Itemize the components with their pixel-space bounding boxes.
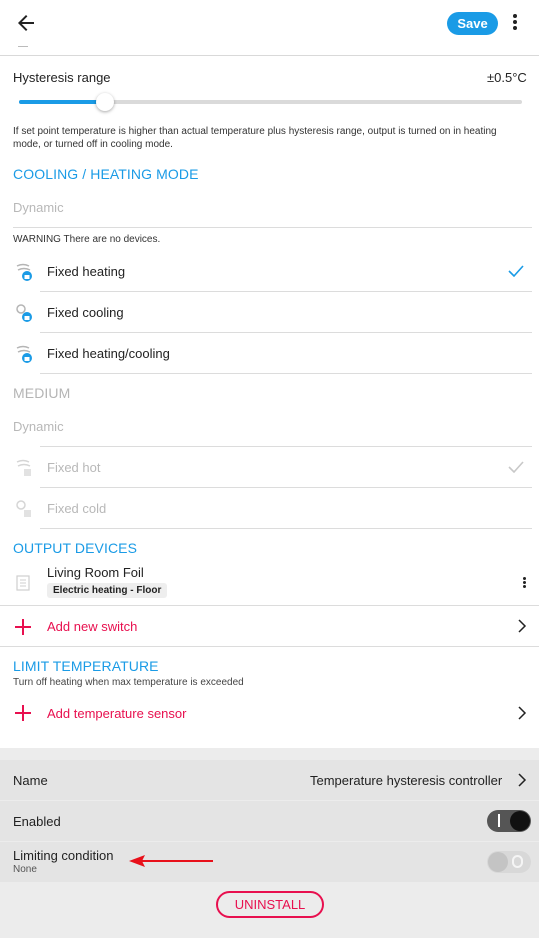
add-temperature-sensor-button[interactable]: Add temperature sensor [47, 706, 186, 721]
hysteresis-description: If set point temperature is higher than … [13, 126, 497, 150]
limiting-condition-label: Limiting condition [13, 848, 114, 863]
medium-title: MEDIUM [13, 385, 71, 401]
slider-fill [19, 100, 105, 104]
add-new-switch-button[interactable]: Add new switch [47, 619, 137, 634]
limiting-condition-value: None [13, 864, 37, 875]
fixed-hot-option: Fixed hot [47, 460, 101, 475]
fixed-heating-cooling-option[interactable]: Fixed heating/cooling [47, 346, 170, 361]
cooling-heating-title: COOLING / HEATING MODE [13, 166, 199, 182]
fixed-heating-option[interactable]: Fixed heating [47, 264, 125, 279]
chevron-right-icon[interactable] [517, 773, 527, 787]
divider [0, 646, 539, 647]
enabled-row [0, 801, 539, 841]
chevron-right-icon[interactable] [517, 619, 527, 633]
hot-medium-icon [16, 459, 31, 476]
check-icon [508, 461, 524, 473]
heating-cooling-lock-icon [16, 345, 32, 363]
divider [40, 528, 532, 529]
uninstall-button[interactable]: UNINSTALL [216, 891, 324, 918]
limiting-condition-toggle[interactable] [487, 851, 531, 873]
medium-dynamic: Dynamic [13, 419, 64, 434]
enabled-label: Enabled [13, 814, 61, 829]
cold-medium-icon [16, 500, 31, 517]
cooling-heating-dynamic[interactable]: Dynamic [13, 200, 64, 215]
annotation-arrow-icon [129, 855, 213, 867]
save-button[interactable]: Save [447, 12, 498, 35]
no-devices-warning: WARNING There are no devices. [13, 234, 161, 245]
device-name[interactable]: Living Room Foil [47, 565, 144, 580]
enabled-toggle[interactable] [487, 810, 531, 832]
divider [40, 487, 532, 488]
check-icon [508, 265, 524, 277]
limit-temperature-title: LIMIT TEMPERATURE [13, 658, 159, 674]
name-label: Name [13, 773, 48, 788]
hysteresis-value: ±0.5°C [487, 70, 527, 85]
divider [40, 332, 532, 333]
divider [40, 291, 532, 292]
fixed-cooling-option[interactable]: Fixed cooling [47, 305, 124, 320]
device-icon [16, 575, 30, 591]
back-arrow-icon[interactable] [14, 11, 38, 35]
divider [40, 446, 532, 447]
fixed-cold-option: Fixed cold [47, 501, 107, 516]
scroll-hint-divider [18, 46, 28, 47]
hysteresis-slider[interactable] [19, 93, 522, 111]
divider [13, 227, 532, 228]
device-more-icon[interactable] [523, 577, 527, 591]
add-icon [15, 705, 31, 721]
slider-thumb[interactable] [96, 93, 114, 111]
device-tag: Electric heating - Floor [47, 583, 168, 598]
divider [40, 373, 532, 374]
more-options-icon[interactable] [508, 12, 522, 34]
heating-lock-icon [16, 263, 32, 281]
divider [0, 605, 539, 606]
chevron-right-icon[interactable] [517, 706, 527, 720]
output-devices-title: OUTPUT DEVICES [13, 540, 138, 556]
name-value[interactable]: Temperature hysteresis controller [310, 773, 502, 788]
limit-temperature-subtitle: Turn off heating when max temperature is… [13, 677, 244, 688]
add-icon [15, 619, 31, 635]
cooling-lock-icon [16, 304, 32, 322]
hysteresis-label: Hysteresis range [13, 70, 111, 85]
top-bar: Save [0, 0, 539, 56]
